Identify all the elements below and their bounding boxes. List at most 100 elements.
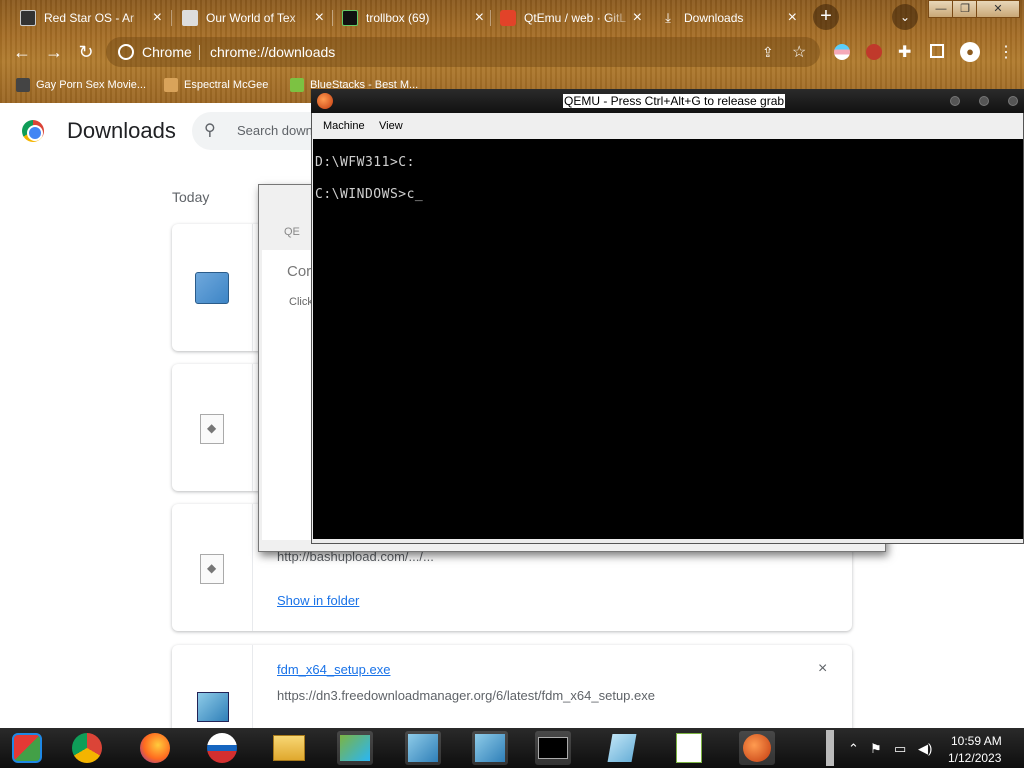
minimize-button[interactable] — [950, 96, 960, 106]
taskbar-network-app[interactable] — [337, 731, 373, 765]
taskbar-scrollbar[interactable] — [826, 730, 834, 766]
taskbar-setup-2[interactable] — [472, 731, 508, 765]
chrome-icon — [118, 44, 134, 60]
taskbar-cmd[interactable] — [535, 731, 571, 765]
qemu-title: QEMU - Press Ctrl+Alt+G to release grab — [563, 94, 786, 108]
date-section-heading: Today — [172, 189, 210, 205]
tab-red-star-os[interactable]: Red Star OS - Ar × — [10, 3, 170, 33]
dialog-tab-label: QE — [284, 226, 300, 238]
taskbar-qemu[interactable] — [739, 731, 775, 765]
tab-our-world-of-text[interactable]: Our World of Tex × — [172, 3, 332, 33]
close-window-button[interactable]: ✕ — [976, 0, 1020, 18]
bookmark-icon — [16, 78, 30, 92]
bookmark-label: Espectral McGee — [184, 79, 269, 91]
dialog-subtext: Click — [289, 296, 313, 308]
search-icon: ⚲ — [204, 122, 216, 139]
menu-machine[interactable]: Machine — [323, 120, 365, 132]
taskbar-notepadpp[interactable] — [671, 731, 707, 765]
network-icon — [340, 735, 370, 761]
network-icon[interactable]: ▭ — [894, 741, 906, 757]
terminal-line: C:\WINDOWS>c_ — [315, 187, 424, 202]
terminal-icon — [538, 737, 568, 759]
close-icon[interactable]: × — [315, 9, 324, 27]
show-in-folder-link[interactable]: Show in folder — [277, 593, 359, 608]
close-icon[interactable]: × — [788, 9, 797, 27]
tab-title: Downloads — [684, 11, 744, 25]
qemu-icon — [743, 734, 771, 762]
close-button[interactable] — [1008, 96, 1018, 106]
chrome-icon — [72, 733, 102, 763]
taskbar-notepad[interactable] — [604, 731, 640, 765]
taskbar-app-circle[interactable] — [204, 731, 240, 765]
remove-download-button[interactable]: × — [818, 660, 827, 678]
star-icon[interactable]: ☆ — [792, 42, 806, 62]
side-panel-icon[interactable] — [930, 44, 944, 58]
tab-search-button[interactable]: ⌄ — [892, 4, 918, 30]
clock-time[interactable]: 10:59 AM — [951, 734, 1002, 748]
terminal-icon — [342, 10, 358, 26]
menu-icon[interactable]: ⋮ — [998, 42, 1014, 62]
qemu-menubar — [312, 113, 1023, 139]
monitor-icon — [20, 10, 36, 26]
maximize-button[interactable]: ❐ — [952, 0, 978, 18]
bookmark-2[interactable]: Espectral McGee — [164, 76, 268, 94]
close-icon[interactable]: × — [475, 9, 484, 27]
tab-qtemu-gitlab[interactable]: QtEmu / web · GitL × — [490, 3, 650, 33]
back-button[interactable]: ← — [10, 40, 34, 64]
tab-title: Our World of Tex — [206, 11, 296, 25]
start-icon — [12, 733, 42, 763]
share-icon[interactable]: ⇪ — [762, 44, 774, 61]
minimize-button[interactable]: — — [928, 0, 954, 18]
notepad-icon — [607, 734, 637, 762]
terminal-line: D:\WFW311>C: — [315, 155, 415, 170]
notepad-plus-icon — [676, 733, 702, 763]
qemu-icon — [317, 93, 333, 109]
extension-avatar-icon[interactable] — [866, 44, 882, 60]
new-tab-button[interactable]: + — [813, 4, 839, 30]
taskbar-explorer[interactable] — [271, 731, 307, 765]
forward-button[interactable]: → — [42, 40, 66, 64]
reload-button[interactable]: ↻ — [74, 40, 98, 64]
dialog-heading: Cor — [287, 263, 312, 280]
installer-icon — [195, 272, 229, 304]
tab-title: trollbox (69) — [366, 11, 430, 25]
bookmark-label: Gay Porn Sex Movie... — [36, 79, 147, 91]
tab-downloads[interactable]: ⤓ Downloads × — [650, 3, 805, 33]
download-file-name[interactable]: fdm_x64_setup.exe — [277, 662, 390, 677]
tab-trollbox[interactable]: trollbox (69) × — [332, 3, 492, 33]
gitlab-icon — [500, 10, 516, 26]
flag-icon[interactable]: ⚑ — [870, 741, 882, 757]
maximize-button[interactable] — [979, 96, 989, 106]
taskbar-firefox[interactable] — [137, 731, 173, 765]
menu-view[interactable]: View — [379, 120, 403, 132]
file-icon — [200, 554, 224, 584]
chrome-logo-icon — [22, 120, 44, 142]
omnibox-divider — [199, 45, 200, 60]
download-icon: ⤓ — [665, 10, 671, 25]
tab-title: QtEmu / web · GitL — [524, 11, 627, 25]
start-button[interactable] — [9, 731, 45, 765]
close-icon[interactable]: × — [153, 9, 162, 27]
tab-title: Red Star OS - Ar — [44, 11, 135, 25]
installer-icon — [408, 734, 438, 762]
puzzle-icon[interactable]: ✚ — [898, 42, 911, 62]
installer-icon — [197, 692, 229, 722]
clock-date[interactable]: 1/12/2023 — [948, 751, 1001, 765]
firefox-icon — [140, 733, 170, 763]
download-url: https://dn3.freedownloadmanager.org/6/la… — [277, 688, 655, 703]
file-icon — [200, 414, 224, 444]
installer-icon — [475, 734, 505, 762]
bookmark-1[interactable]: Gay Porn Sex Movie... — [16, 76, 146, 94]
volume-icon[interactable]: ◀) — [918, 741, 932, 757]
omnibox-url[interactable]: chrome://downloads — [210, 44, 335, 60]
taskbar-chrome[interactable] — [69, 731, 105, 765]
folder-icon — [273, 735, 305, 761]
taskbar-setup-1[interactable] — [405, 731, 441, 765]
bluestacks-icon — [290, 78, 304, 92]
app-icon — [207, 733, 237, 763]
close-icon[interactable]: × — [633, 9, 642, 27]
profile-icon[interactable]: ● — [960, 42, 980, 62]
show-hidden-icons[interactable]: ⌃ — [848, 741, 859, 757]
page-title: Downloads — [67, 118, 176, 143]
extension-flag-icon[interactable] — [834, 44, 850, 60]
